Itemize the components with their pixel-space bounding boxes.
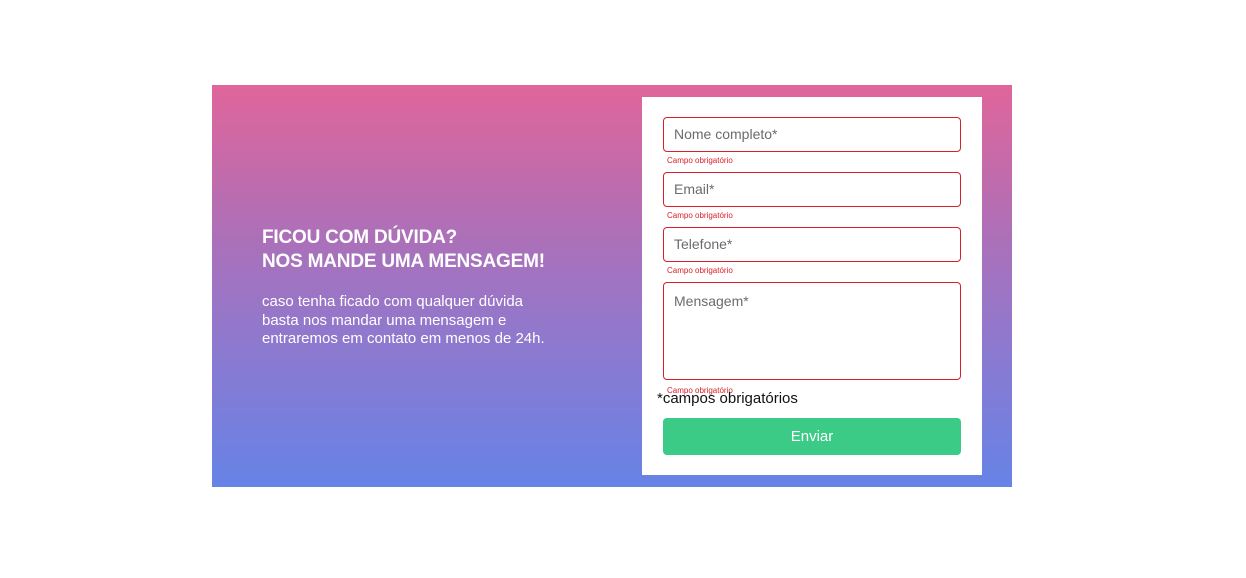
contact-intro: FICOU COM DÚVIDA? NOS MANDE UMA MENSAGEM… (262, 226, 622, 349)
submit-button[interactable]: Enviar (663, 418, 961, 455)
message-field-placeholder: Mensagem* (674, 293, 749, 309)
email-error: Campo obrigatório (667, 211, 733, 220)
name-field-placeholder: Nome completo* (674, 126, 778, 142)
name-error: Campo obrigatório (667, 156, 733, 165)
heading-line-1: FICOU COM DÚVIDA? (262, 227, 458, 248)
name-field[interactable]: Nome completo* (663, 117, 961, 152)
heading-line-2: NOS MANDE UMA MENSAGEM! (262, 251, 545, 272)
email-field-placeholder: Email* (674, 181, 715, 197)
required-fields-note: *campos obrigatórios (657, 390, 798, 407)
email-field[interactable]: Email* (663, 172, 961, 207)
contact-description: caso tenha ficado com qualquer dúvida ba… (262, 293, 545, 347)
phone-error: Campo obrigatório (667, 266, 733, 275)
contact-section: FICOU COM DÚVIDA? NOS MANDE UMA MENSAGEM… (212, 85, 1012, 487)
contact-form: Nome completo* Campo obrigatório Email* … (642, 97, 982, 475)
contact-heading: FICOU COM DÚVIDA? NOS MANDE UMA MENSAGEM… (262, 226, 622, 274)
phone-field[interactable]: Telefone* (663, 227, 961, 262)
phone-field-placeholder: Telefone* (674, 236, 733, 252)
message-field[interactable]: Mensagem* (663, 282, 961, 380)
